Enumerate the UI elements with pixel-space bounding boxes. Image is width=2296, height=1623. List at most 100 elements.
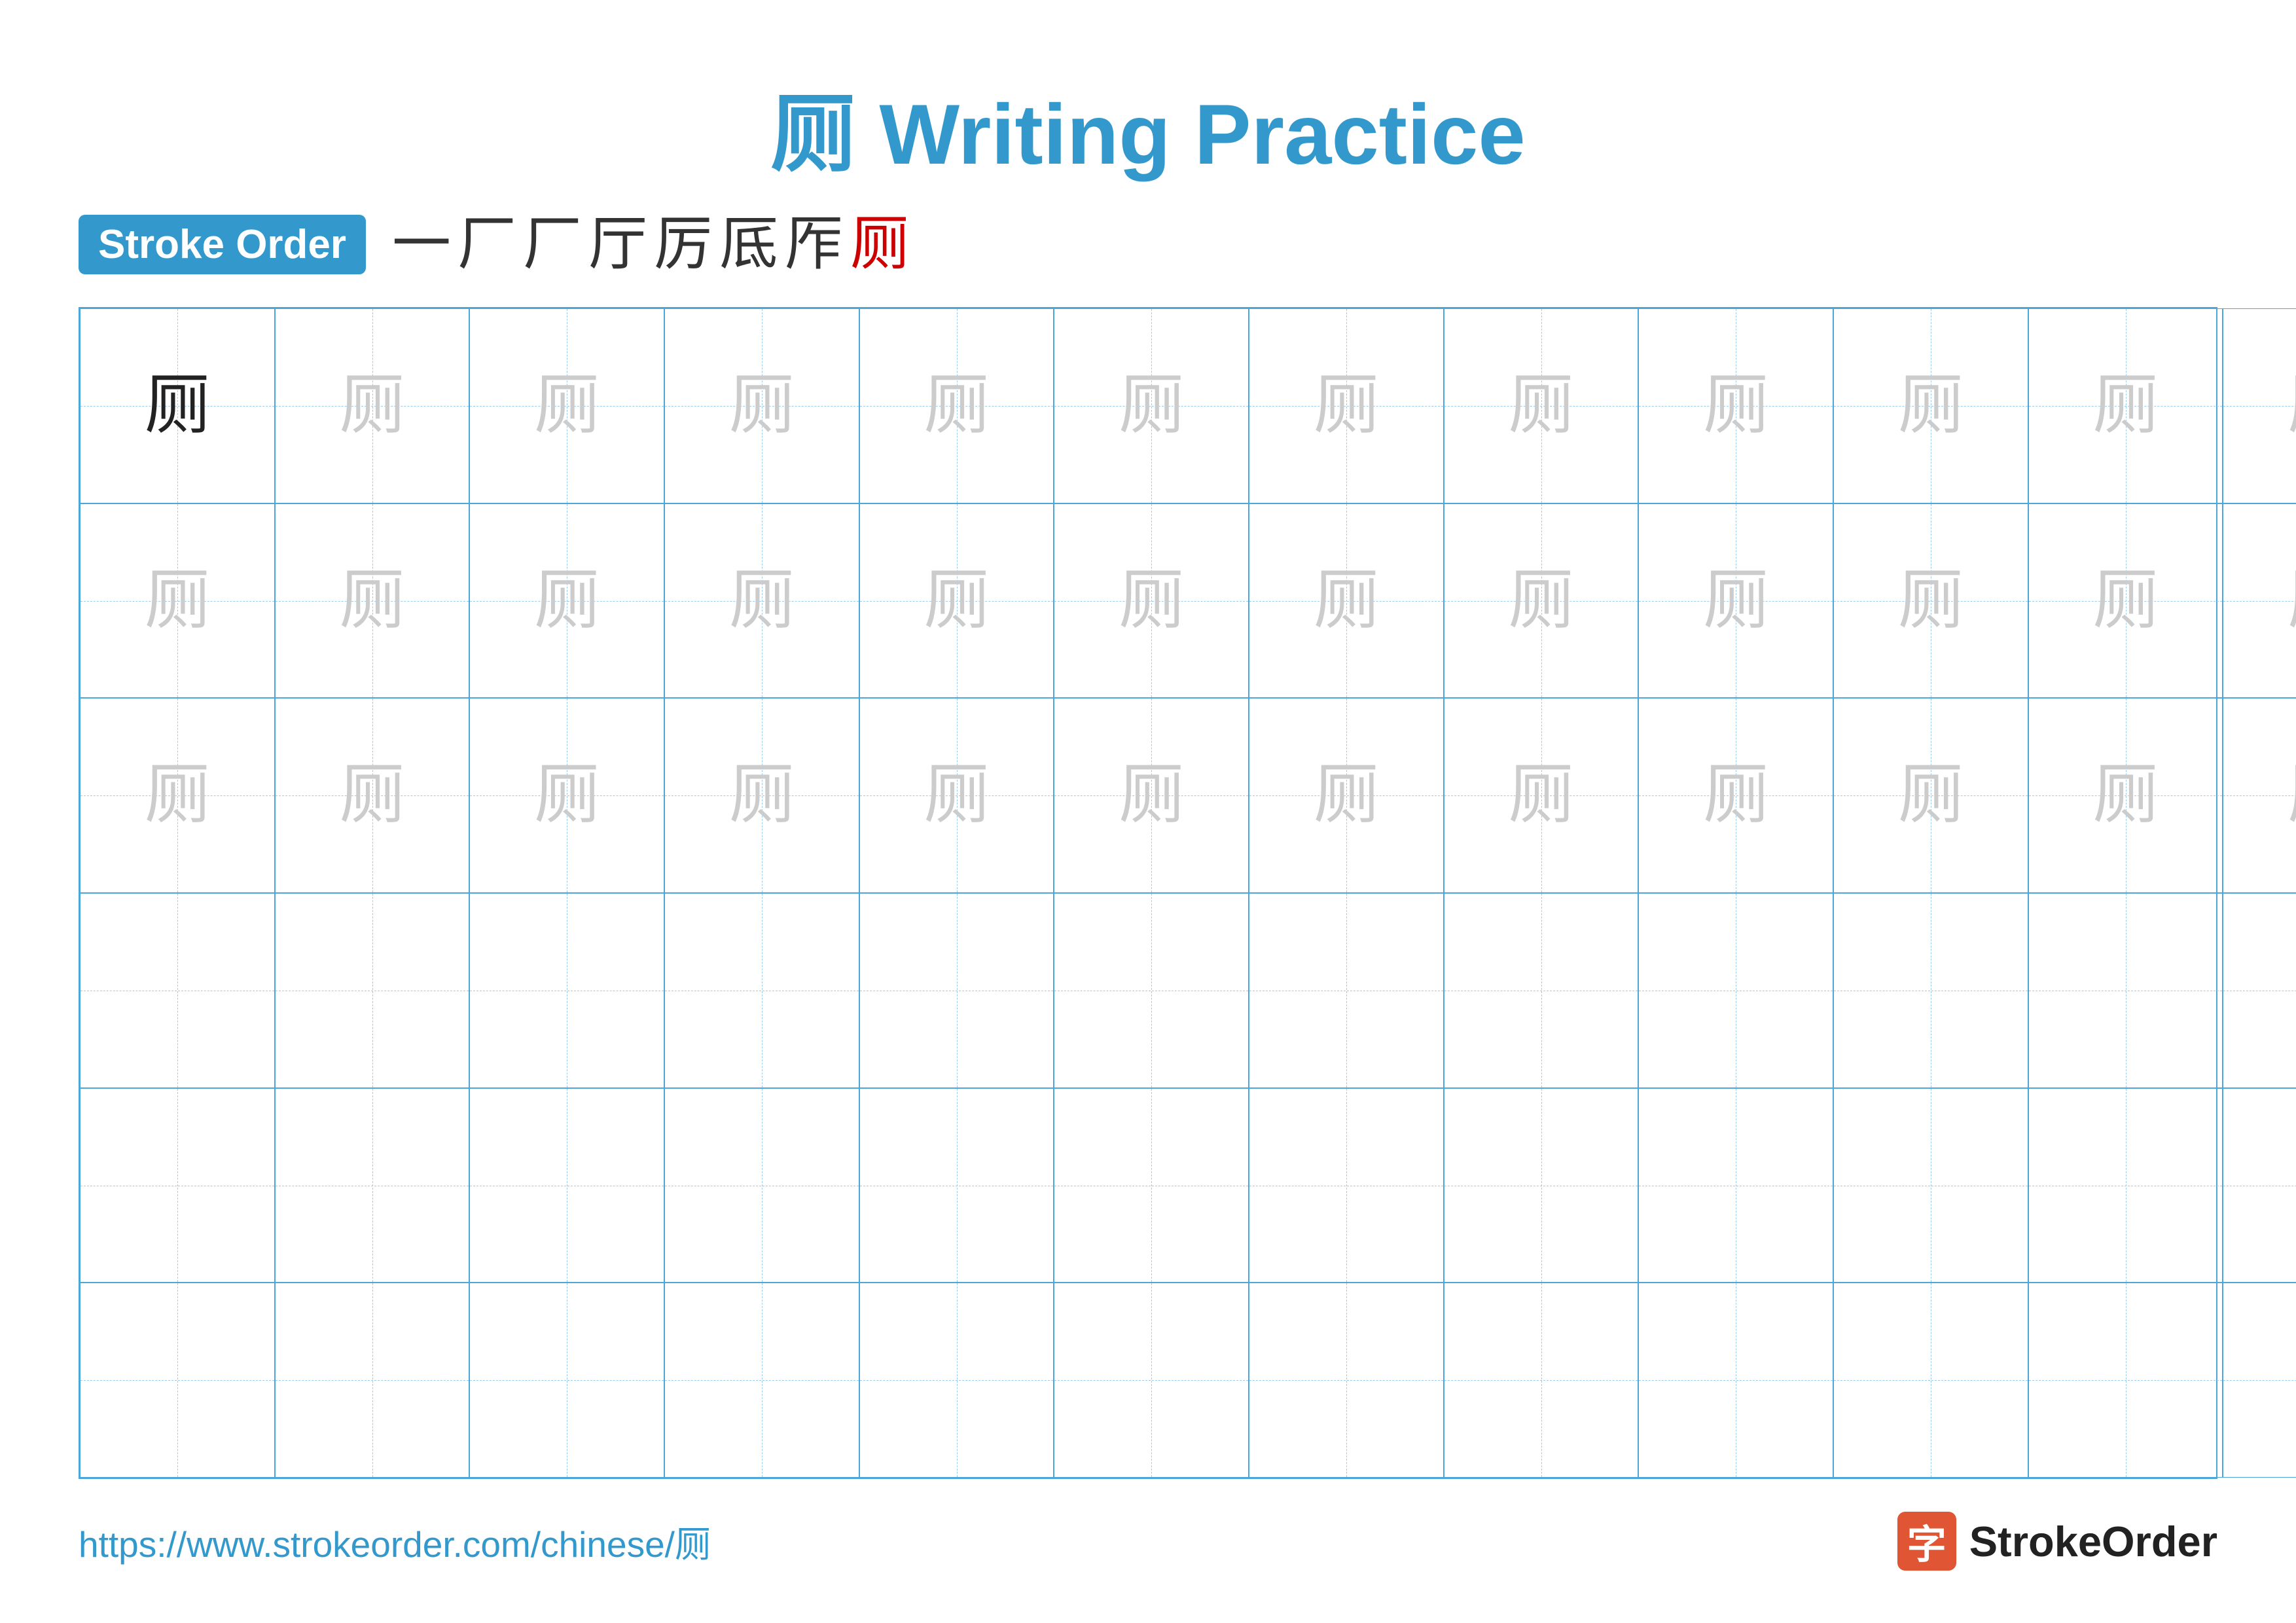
grid-cell[interactable]: 厕 <box>275 698 470 893</box>
footer-logo: 字 StrokeOrder <box>1897 1512 2217 1571</box>
practice-char-light: 厕 <box>2093 568 2159 634</box>
grid-cell[interactable] <box>1249 1088 1444 1283</box>
grid-cell[interactable]: 厕 <box>1444 308 1639 503</box>
grid-cell[interactable]: 厕 <box>2223 308 2296 503</box>
grid-cell[interactable]: 厕 <box>80 308 275 503</box>
grid-cell[interactable] <box>275 893 470 1088</box>
grid-cell[interactable]: 厕 <box>859 698 1054 893</box>
practice-char-light: 厕 <box>1314 373 1379 439</box>
practice-char-light: 厕 <box>924 373 990 439</box>
grid-cell[interactable]: 厕 <box>1638 308 1833 503</box>
practice-char-light: 厕 <box>340 568 405 634</box>
grid-cell[interactable]: 厕 <box>1833 503 2028 699</box>
grid-cell[interactable] <box>1444 893 1639 1088</box>
grid-cell[interactable]: 厕 <box>2028 308 2223 503</box>
grid-cell[interactable]: 厕 <box>1249 503 1444 699</box>
grid-cell[interactable]: 厕 <box>1249 308 1444 503</box>
stroke-7: 厏 <box>785 215 844 274</box>
grid-cell[interactable] <box>1249 893 1444 1088</box>
grid-cell[interactable]: 厕 <box>1054 308 1249 503</box>
grid-cell[interactable]: 厕 <box>859 308 1054 503</box>
grid-cell[interactable] <box>664 893 859 1088</box>
grid-cell[interactable] <box>2223 1088 2296 1283</box>
grid-cell[interactable] <box>1638 1088 1833 1283</box>
grid-cell[interactable]: 厕 <box>1638 503 1833 699</box>
stroke-sequence: 一 厂 厂 厅 厉 厎 厏 厕 <box>392 215 909 274</box>
grid-cell[interactable] <box>859 893 1054 1088</box>
grid-cell[interactable]: 厕 <box>2223 698 2296 893</box>
grid-cell[interactable] <box>1249 1283 1444 1478</box>
grid-cell[interactable]: 厕 <box>469 698 664 893</box>
grid-cell[interactable] <box>859 1283 1054 1478</box>
grid-cell[interactable] <box>859 1088 1054 1283</box>
grid-cell[interactable] <box>1444 1283 1639 1478</box>
grid-cell[interactable] <box>2223 893 2296 1088</box>
stroke-5: 厉 <box>654 215 713 274</box>
footer-url[interactable]: https://www.strokeorder.com/chinese/厕 <box>79 1515 711 1567</box>
footer: https://www.strokeorder.com/chinese/厕 字 … <box>79 1512 2217 1571</box>
grid-cell[interactable]: 厕 <box>664 503 859 699</box>
stroke-6: 厎 <box>719 215 778 274</box>
grid-cell[interactable] <box>1833 1088 2028 1283</box>
grid-cell[interactable]: 厕 <box>664 698 859 893</box>
practice-char-light: 厕 <box>729 373 795 439</box>
grid-cell[interactable] <box>275 1283 470 1478</box>
grid-cell[interactable]: 厕 <box>2028 698 2223 893</box>
stroke-4: 厅 <box>588 215 647 274</box>
practice-char-light: 厕 <box>924 763 990 828</box>
grid-cell[interactable] <box>469 1088 664 1283</box>
practice-char-light: 厕 <box>2287 373 2296 439</box>
grid-cell[interactable]: 厕 <box>1833 698 2028 893</box>
grid-cell[interactable] <box>80 893 275 1088</box>
grid-cell[interactable] <box>2028 893 2223 1088</box>
grid-cell[interactable] <box>1054 1283 1249 1478</box>
grid-cell[interactable]: 厕 <box>664 308 859 503</box>
grid-cell[interactable] <box>1638 1283 1833 1478</box>
practice-char-light: 厕 <box>340 373 405 439</box>
stroke-order-badge: Stroke Order <box>79 215 366 274</box>
stroke-8: 厕 <box>850 215 909 274</box>
grid-cell[interactable] <box>1833 893 2028 1088</box>
grid-cell[interactable]: 厕 <box>469 503 664 699</box>
grid-cell[interactable]: 厕 <box>1054 503 1249 699</box>
grid-cell[interactable]: 厕 <box>275 308 470 503</box>
grid-cell[interactable]: 厕 <box>1638 698 1833 893</box>
grid-cell[interactable] <box>664 1088 859 1283</box>
grid-cell[interactable]: 厕 <box>1054 698 1249 893</box>
grid-cell[interactable] <box>80 1283 275 1478</box>
grid-cell[interactable] <box>2028 1283 2223 1478</box>
grid-cell[interactable]: 厕 <box>80 503 275 699</box>
grid-cell[interactable]: 厕 <box>2223 503 2296 699</box>
practice-char-light: 厕 <box>340 763 405 828</box>
grid-cell[interactable]: 厕 <box>469 308 664 503</box>
grid-cell[interactable] <box>1444 1088 1639 1283</box>
grid-cell[interactable]: 厕 <box>1833 308 2028 503</box>
grid-cell[interactable] <box>1054 1088 1249 1283</box>
grid-cell[interactable]: 厕 <box>275 503 470 699</box>
grid-cell[interactable] <box>1054 893 1249 1088</box>
practice-char-light: 厕 <box>1119 568 1184 634</box>
practice-char-light: 厕 <box>2287 763 2296 828</box>
grid-cell[interactable] <box>664 1283 859 1478</box>
grid-cell[interactable] <box>2223 1283 2296 1478</box>
grid-cell[interactable]: 厕 <box>2028 503 2223 699</box>
grid-cell[interactable] <box>2028 1088 2223 1283</box>
grid-cell[interactable] <box>1638 893 1833 1088</box>
practice-char-light: 厕 <box>2093 763 2159 828</box>
grid-cell[interactable] <box>1833 1283 2028 1478</box>
practice-grid: 厕厕厕厕厕厕厕厕厕厕厕厕厕厕厕厕厕厕厕厕厕厕厕厕厕厕厕厕厕厕厕厕厕厕厕厕厕厕厕 <box>79 307 2217 1479</box>
grid-cell[interactable] <box>80 1088 275 1283</box>
grid-cell[interactable]: 厕 <box>80 698 275 893</box>
grid-cell[interactable]: 厕 <box>1444 503 1639 699</box>
grid-cell[interactable] <box>275 1088 470 1283</box>
grid-cell[interactable]: 厕 <box>859 503 1054 699</box>
grid-cell[interactable]: 厕 <box>1444 698 1639 893</box>
stroke-order-row: Stroke Order 一 厂 厂 厅 厉 厎 厏 厕 <box>79 215 2217 274</box>
grid-cell[interactable]: 厕 <box>1249 698 1444 893</box>
grid-cell[interactable] <box>469 1283 664 1478</box>
practice-char-light: 厕 <box>1119 763 1184 828</box>
grid-cell[interactable] <box>469 893 664 1088</box>
logo-char: 字 <box>1907 1513 1946 1570</box>
practice-char-light: 厕 <box>1509 568 1574 634</box>
practice-char-light: 厕 <box>1703 568 1768 634</box>
